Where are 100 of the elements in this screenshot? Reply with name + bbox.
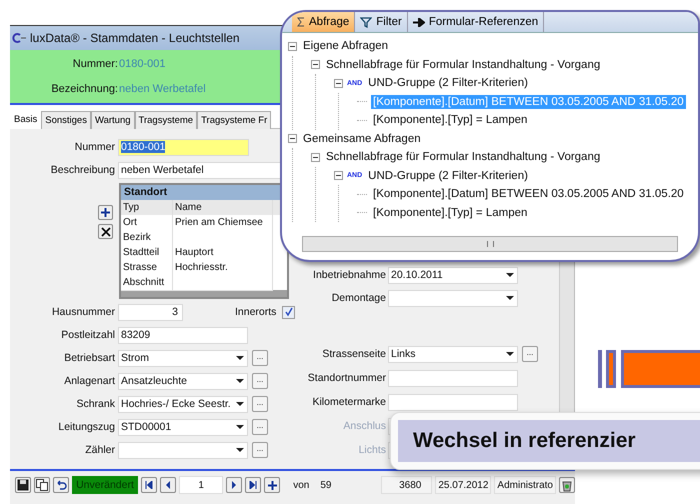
delete-button[interactable] <box>98 224 113 239</box>
record-number-field[interactable]: 1 <box>178 476 224 494</box>
tree-item[interactable]: Gemeinsame Abfragen <box>301 132 423 146</box>
info-field: 25.07.2012 <box>435 476 492 494</box>
dropdown-arrow-icon[interactable] <box>235 447 245 453</box>
field-label: Strassenseite <box>321 348 386 360</box>
undo-button[interactable] <box>53 477 69 493</box>
header-value: neben Werbetafel <box>119 82 206 95</box>
previous-icon <box>164 481 171 489</box>
tree-item[interactable]: [Komponente].[Typ] = Lampen <box>371 113 530 128</box>
header-label: Nummer: <box>72 58 118 70</box>
field-label: Nummer <box>74 141 116 153</box>
tree-item[interactable]: [Komponente].[Datum] BETWEEN 03.05.2005 AND 31.05.20 <box>371 187 686 202</box>
browse-button[interactable]: ... <box>252 396 268 412</box>
collapse-toggle-icon[interactable] <box>334 171 343 180</box>
input-field[interactable] <box>388 370 518 386</box>
collapse-toggle-icon[interactable] <box>311 60 320 70</box>
tab[interactable]: Filter <box>355 12 408 32</box>
field-label: Hausnummer <box>50 306 116 318</box>
collapse-toggle-icon[interactable] <box>334 78 343 88</box>
dropdown-field[interactable] <box>388 290 518 306</box>
recycle-bin-icon <box>561 478 573 492</box>
undo-icon <box>55 480 67 490</box>
plus-icon <box>101 208 110 217</box>
browse-button[interactable]: ... <box>522 346 538 362</box>
collapse-toggle-icon[interactable] <box>311 152 320 162</box>
field-label: Betriebsart <box>63 352 116 364</box>
info-field: Administrato <box>494 476 556 494</box>
input-field[interactable]: 0180-001 <box>118 138 249 156</box>
next-record-button[interactable] <box>226 477 242 493</box>
recycle-button[interactable] <box>559 477 575 493</box>
save-button[interactable] <box>15 477 31 493</box>
tree-item[interactable]: UND-Gruppe (2 Filter-Kriterien) <box>366 76 530 90</box>
collapse-toggle-icon[interactable] <box>288 134 297 144</box>
header-label: Bezeichnung: <box>50 82 118 95</box>
field-label: Demontage <box>330 292 386 304</box>
filter-icon <box>360 16 372 28</box>
previous-record-button[interactable] <box>160 477 176 493</box>
tab[interactable]: Tragsysteme <box>134 111 198 129</box>
field-label: Kilometermarke <box>311 396 386 408</box>
input-field[interactable]: 83209 <box>118 326 248 344</box>
tab[interactable]: Abfrage <box>292 12 356 32</box>
add-button[interactable] <box>98 205 113 220</box>
record-count: 59 <box>320 480 332 490</box>
tab[interactable]: Wartung <box>90 111 135 129</box>
field-label: Lichts <box>358 444 386 456</box>
dropdown-arrow-icon[interactable] <box>505 351 515 357</box>
browse-button[interactable]: ... <box>252 373 268 389</box>
dropdown-field[interactable]: Ansatzleuchte <box>118 372 248 390</box>
table-cell: Abschnitt <box>121 275 173 291</box>
field-label: Leitungszug <box>57 421 116 433</box>
grip-icon <box>486 241 494 247</box>
checkbox[interactable] <box>282 306 296 318</box>
tree-item[interactable]: [Komponente].[Typ] = Lampen <box>371 206 530 220</box>
collapse-toggle-icon[interactable] <box>288 42 297 51</box>
dropdown-field[interactable] <box>118 442 248 458</box>
field-label: Schrank <box>75 398 116 410</box>
field-label: Postleitzahl <box>60 329 116 341</box>
browse-button[interactable]: ... <box>252 350 268 366</box>
field-label: Inbetriebnahme <box>312 269 386 281</box>
dropdown-arrow-icon[interactable] <box>235 355 245 361</box>
documents-icon <box>36 479 48 491</box>
input-field[interactable] <box>388 394 518 410</box>
dropdown-arrow-icon[interactable] <box>235 378 245 384</box>
tree-item[interactable]: Eigene Abfragen <box>301 39 390 54</box>
browse-button[interactable]: ... <box>252 442 268 458</box>
scrollbar[interactable] <box>302 236 678 252</box>
last-icon <box>249 481 258 489</box>
next-icon <box>231 481 238 489</box>
dropdown-field[interactable]: STD00001 <box>118 418 248 436</box>
field-label: Beschreibung <box>50 164 116 176</box>
first-record-button[interactable] <box>140 477 157 493</box>
tab[interactable]: Sonstiges <box>41 111 91 129</box>
new-record-button[interactable] <box>264 477 280 493</box>
dropdown-field[interactable]: Links <box>388 346 518 362</box>
input-field[interactable]: 3 <box>118 304 183 320</box>
dropdown-arrow-icon[interactable] <box>505 295 515 301</box>
sigma-icon <box>297 17 305 27</box>
dropdown-field[interactable]: Hochries-/ Ecke Seestr. <box>118 396 248 412</box>
info-field: 3680 <box>381 476 432 494</box>
dropdown-field[interactable]: Strom <box>118 350 248 366</box>
plus-icon <box>268 480 277 490</box>
field-label: Anschlus <box>342 420 386 432</box>
first-icon <box>144 481 153 489</box>
tree-item[interactable]: UND-Gruppe (2 Filter-Kriterien) <box>366 168 530 183</box>
dropdown-field[interactable]: 20.10.2011 <box>388 266 518 284</box>
of-label: von <box>293 480 310 490</box>
last-record-button[interactable] <box>245 477 262 493</box>
app-logo-icon <box>11 33 27 43</box>
tree-item[interactable]: Schnellabfrage für Formular Instandhaltung - Vorgang <box>324 150 602 164</box>
tab[interactable]: Formular-Referenzen <box>408 12 544 32</box>
arrow-right-icon <box>412 18 425 26</box>
tree-item[interactable]: Schnellabfrage für Formular Instandhaltung - Vorgang <box>324 58 602 72</box>
browse-button[interactable]: ... <box>252 419 268 435</box>
copy-button[interactable] <box>34 477 50 493</box>
dropdown-arrow-icon[interactable] <box>505 272 515 278</box>
tab[interactable]: Tragsysteme Fr <box>197 111 272 129</box>
dropdown-arrow-icon[interactable] <box>235 401 245 407</box>
dropdown-arrow-icon[interactable] <box>235 424 245 430</box>
checkbox-label: Innerorts <box>235 306 276 318</box>
